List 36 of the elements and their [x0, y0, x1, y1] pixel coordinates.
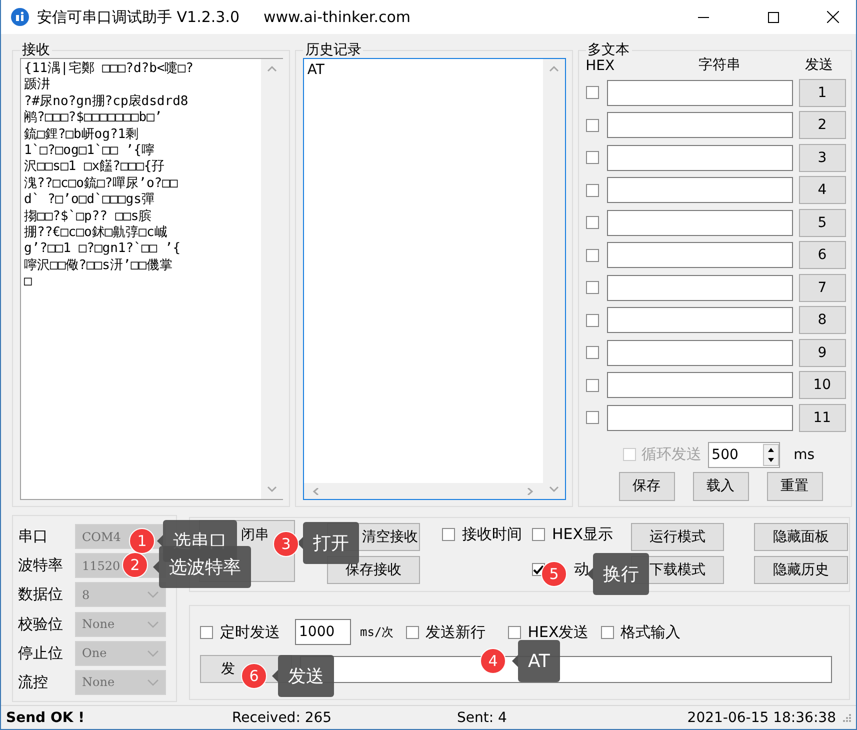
setting-label: 串口 [18, 527, 48, 546]
receive-text: {11湡|宅鄭 □□□?d?b<嚏□? 踬汫 ?#尿no?gn掤?cp扆dsdrd8 鹇?□□□?$□□□□□□□b□’ 鋶□鋰?□b岍og?1剩 1`□?□og□1`□□ ’{嚀 沢□□s□1 □x饚?□□□{孖 溾??□c□o鋶□?嘽尿’o?□□ d` ?□’o□d`□□□gs彈 搊□□?$`□p?? □□s膑 掤??€□c□o鉥□鼽弴□c峸 g’?□□1 □?□gn1?`□□ ’{ 嚀沢□□儆?□□s汧’□□僟掌 □ [23, 60, 194, 292]
status-message: Send OK ! [6, 710, 86, 726]
setting-label: 波特率 [18, 556, 63, 576]
option-label: HEX显示 [552, 525, 614, 544]
option-label: 接收时间 [462, 525, 522, 544]
send-column-header: 发送 [804, 56, 834, 74]
string-column-header: 字符串 [697, 56, 742, 74]
send-option-label: 发送新行 [426, 622, 486, 642]
timed-send-label: 定时发送 [220, 622, 280, 642]
website-url: www.ai-thinker.com [264, 8, 412, 26]
status-time: 2021-06-15 18:36:38 [686, 710, 837, 726]
receive-title: 接收 [21, 42, 51, 58]
callout-tooltip: 发送 [278, 655, 334, 697]
window-title: 安信可串口调试助手 V1.2.3.0 [37, 8, 240, 26]
option-label: 动 [574, 560, 589, 579]
callout-tooltip: AT [518, 640, 560, 682]
sent-count: Sent: 4 [457, 710, 508, 726]
setting-label: 数据位 [18, 585, 63, 604]
send-option-label: HEX发送 [528, 622, 589, 642]
ms-unit-label: ms [794, 446, 815, 462]
callout-tooltip: 打开 [303, 522, 359, 564]
setting-label: 流控 [18, 672, 48, 692]
history-title: 历史记录 [304, 42, 362, 58]
received-count: Received: 265 [232, 710, 333, 726]
callout-tooltip: 换行 [593, 553, 649, 595]
interval-unit-label: ms/次 [360, 624, 394, 640]
loop-send-label: 循环发送 [642, 445, 702, 464]
callout-tooltip: 选波特率 [159, 546, 251, 588]
step-number-badge: 5 [541, 561, 567, 587]
send-option-label: 格式输入 [620, 622, 681, 642]
step-number-badge: 4 [480, 648, 506, 674]
setting-label: 校验位 [18, 614, 63, 634]
hex-column-header: HEX [586, 58, 616, 74]
multi-text-title: 多文本 [586, 42, 631, 58]
setting-label: 停止位 [18, 644, 63, 663]
